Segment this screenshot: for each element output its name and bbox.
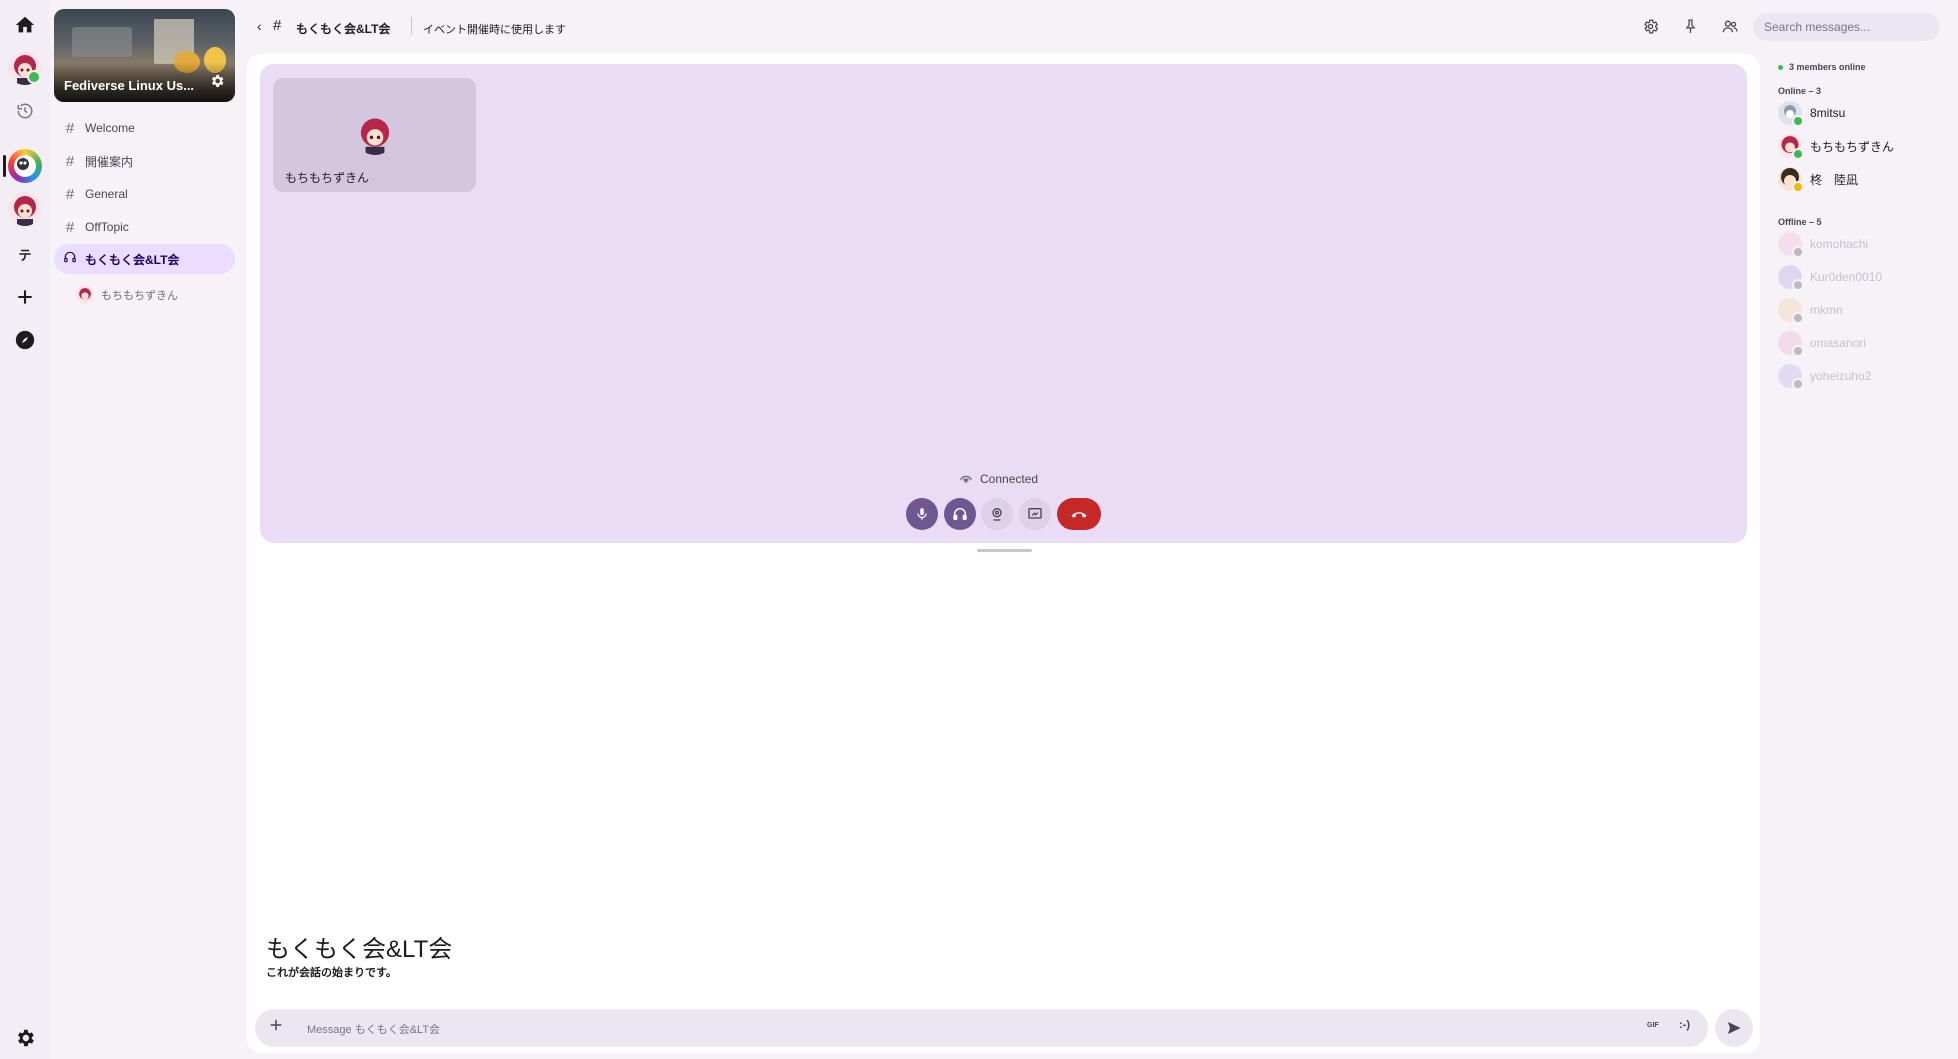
hash-icon: #: [273, 17, 282, 34]
gif-button[interactable]: GIF: [1647, 1022, 1659, 1029]
member-item[interactable]: komohachi: [1778, 231, 1869, 258]
server-rail: テ: [0, 0, 50, 1059]
online-status-dot: [27, 70, 41, 84]
hash-icon: #: [65, 119, 75, 137]
channel-sidebar: Fediverse Linux Us... # Welcome # 開催案内 #…: [50, 0, 243, 1059]
member-item[interactable]: yoheizuho2: [1778, 363, 1872, 390]
member-avatar: [1778, 232, 1804, 258]
emoji-button[interactable]: :-): [1679, 1019, 1690, 1031]
online-header: Online – 3: [1778, 86, 1822, 96]
member-name: もちもちずきん: [1810, 139, 1895, 154]
member-name: Kur0den0010: [1810, 270, 1883, 284]
member-name: 柊 陸凪: [1810, 172, 1859, 187]
screen-share-button[interactable]: [1019, 498, 1051, 530]
member-item[interactable]: 8mitsu: [1778, 100, 1846, 127]
explore-icon[interactable]: [7, 322, 43, 358]
attach-plus-icon[interactable]: [269, 1018, 283, 1037]
channel-offtopic[interactable]: # OffTopic: [54, 212, 235, 242]
channel-settings-gear-icon[interactable]: [1642, 18, 1659, 40]
signal-icon: [958, 470, 974, 487]
search-placeholder: Search messages...: [1764, 20, 1871, 34]
channel-label: もくもく会&LT会: [85, 252, 180, 267]
member-avatar: [1778, 265, 1804, 291]
add-server-icon[interactable]: [7, 279, 43, 315]
send-icon: [1728, 1022, 1741, 1034]
connection-status: Connected: [958, 470, 1038, 487]
send-button[interactable]: [1715, 1009, 1753, 1047]
back-chevron-icon[interactable]: ‹: [257, 18, 262, 34]
pin-icon[interactable]: [1682, 18, 1699, 40]
member-item[interactable]: もちもちずきん: [1778, 133, 1895, 160]
channel-topic: イベント開催時に使用します: [423, 24, 566, 36]
composer-placeholder: Message もくもく会&LT会: [307, 1024, 441, 1036]
server-avatar[interactable]: [7, 191, 43, 227]
server-banner[interactable]: Fediverse Linux Us...: [54, 9, 235, 102]
search-input[interactable]: Search messages...: [1753, 13, 1940, 41]
members-icon[interactable]: [1721, 18, 1739, 40]
offline-header: Offline – 5: [1778, 217, 1822, 227]
member-name: 8mitsu: [1810, 106, 1846, 120]
channel-label: OffTopic: [85, 220, 129, 234]
server-fediverse[interactable]: [7, 148, 43, 184]
dm-avatar[interactable]: [7, 50, 43, 86]
intro-title: もくもく会&LT会: [266, 936, 453, 963]
hash-icon: #: [65, 185, 75, 203]
hash-icon: #: [65, 152, 75, 170]
home-icon[interactable]: [7, 7, 43, 43]
participant-tile[interactable]: もちもちずきん: [273, 78, 476, 192]
camera-button[interactable]: [981, 498, 1013, 530]
member-avatar: [1778, 101, 1804, 127]
member-avatar: [1778, 364, 1804, 390]
voice-participant[interactable]: もちもちずきん: [76, 285, 178, 305]
headphones-button[interactable]: [944, 498, 976, 530]
tile-name: もちもちずきん: [285, 171, 370, 185]
member-list: 3 members online Online – 3 8mitsu もちもちず…: [1770, 54, 1958, 1054]
member-avatar: [1778, 298, 1804, 324]
member-item[interactable]: 柊 陸凪: [1778, 166, 1859, 193]
hangup-button[interactable]: [1057, 498, 1101, 530]
member-item[interactable]: Kur0den0010: [1778, 264, 1883, 291]
member-item[interactable]: mkmn: [1778, 297, 1843, 324]
history-icon[interactable]: [7, 93, 43, 129]
online-count-label: 3 members online: [1789, 62, 1866, 72]
message-composer[interactable]: Message もくもく会&LT会 GIF :-): [255, 1009, 1708, 1047]
microphone-button[interactable]: [906, 498, 938, 530]
server-settings-gear-icon[interactable]: [209, 73, 225, 94]
intro-subtitle: これが会話の始まりです。: [266, 967, 397, 979]
channel-label: Welcome: [85, 121, 135, 135]
channel-info[interactable]: # 開催案内: [54, 146, 235, 176]
member-name: omasanori: [1810, 336, 1867, 350]
online-dot: [1778, 64, 1783, 70]
member-name: mkmn: [1810, 303, 1843, 317]
user-settings-gear-icon[interactable]: [7, 1020, 43, 1056]
channel-header: ‹ # もくもく会&LT会 イベント開催時に使用します Search messa…: [243, 0, 1958, 54]
member-item[interactable]: omasanori: [1778, 330, 1867, 357]
member-name: komohachi: [1810, 237, 1869, 251]
participant-avatar: [76, 286, 94, 304]
active-server-indicator: [3, 155, 6, 177]
channel-label: General: [85, 187, 128, 201]
resize-handle[interactable]: [977, 549, 1032, 552]
tile-avatar: [355, 115, 395, 155]
member-avatar: [1778, 134, 1804, 160]
headphones-icon: [63, 250, 77, 268]
server-te[interactable]: テ: [7, 236, 43, 272]
header-divider: [411, 17, 412, 35]
hash-icon: #: [65, 218, 75, 236]
member-avatar: [1778, 331, 1804, 357]
channel-title: もくもく会&LT会: [296, 22, 391, 36]
channel-welcome[interactable]: # Welcome: [54, 113, 235, 143]
member-avatar: [1778, 167, 1804, 193]
member-name: yoheizuho2: [1810, 369, 1872, 383]
online-count: 3 members online: [1778, 62, 1866, 72]
server-name: Fediverse Linux Us...: [64, 78, 195, 93]
channel-general[interactable]: # General: [54, 179, 235, 209]
channel-voice-mokumoku[interactable]: もくもく会&LT会: [54, 244, 235, 274]
status-label: Connected: [980, 471, 1039, 486]
channel-label: 開催案内: [85, 154, 134, 169]
participant-name: もちもちずきん: [101, 290, 178, 302]
